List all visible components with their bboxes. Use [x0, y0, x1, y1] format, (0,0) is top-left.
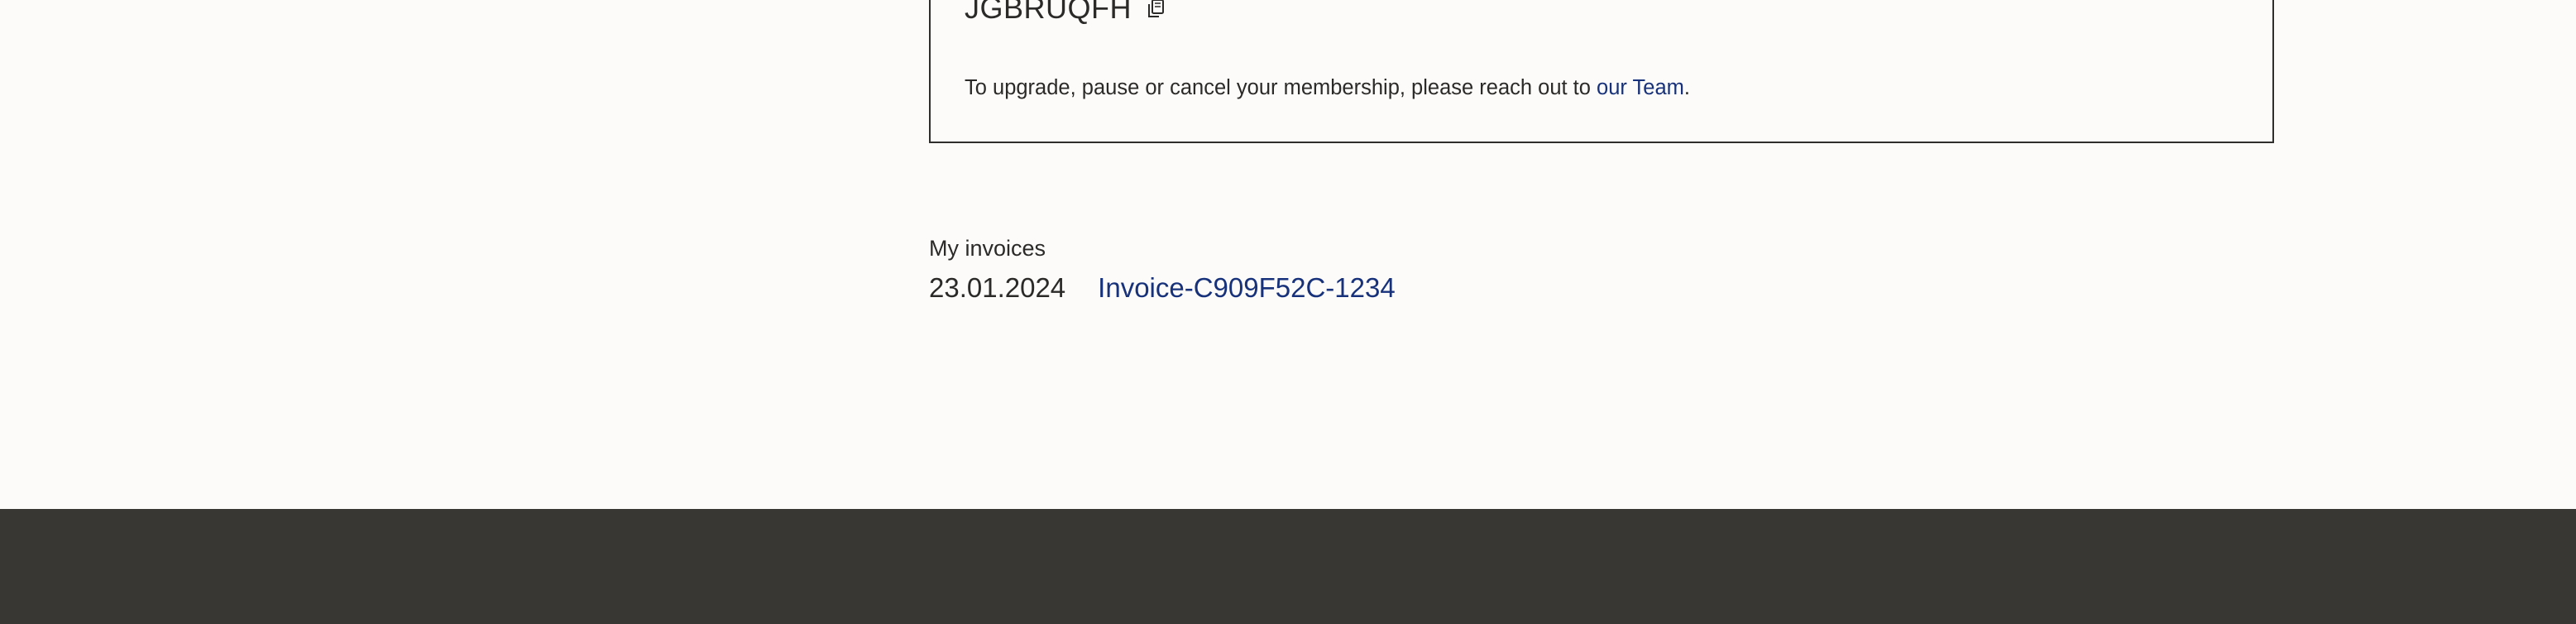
our-team-link[interactable]: our Team: [1597, 76, 1684, 99]
member-code-row: JGBRUQFH: [965, 0, 1168, 25]
invoices-section: My invoices 23.01.2024 Invoice-C909F52C-…: [929, 233, 1396, 305]
invoice-row: 23.01.2024 Invoice-C909F52C-1234: [929, 271, 1396, 305]
invoice-link[interactable]: Invoice-C909F52C-1234: [1098, 271, 1396, 305]
invoice-date: 23.01.2024: [929, 272, 1066, 303]
member-code: JGBRUQFH: [965, 0, 1132, 25]
upgrade-note-text: To upgrade, pause or cancel your members…: [965, 75, 1597, 99]
invoices-title: My invoices: [929, 236, 1046, 261]
copy-icon[interactable]: [1143, 0, 1168, 22]
upgrade-note-suffix: .: [1683, 75, 1690, 99]
membership-change-note: To upgrade, pause or cancel your members…: [965, 74, 1690, 102]
membership-card: JGBRUQFH To upgrade, pause or cancel you…: [929, 0, 2274, 143]
footer: [0, 509, 2576, 624]
